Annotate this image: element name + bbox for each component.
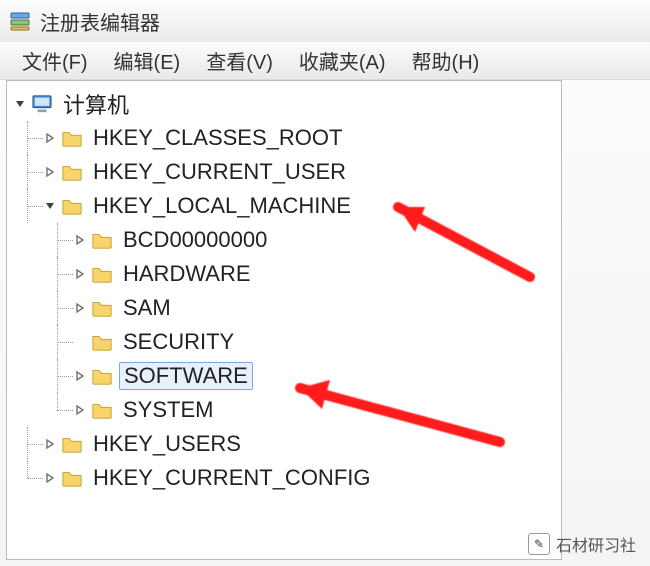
titlebar: 注册表编辑器 — [0, 0, 650, 42]
expand-icon[interactable] — [73, 403, 87, 417]
tree-node-hkcc[interactable]: HKEY_CURRENT_CONFIG — [7, 461, 561, 495]
menu-view[interactable]: 查看(V) — [202, 44, 277, 77]
watermark-icon: ✎ — [528, 533, 550, 555]
tree-node-hku[interactable]: HKEY_USERS — [7, 427, 561, 461]
menu-file[interactable]: 文件(F) — [18, 44, 92, 77]
expand-icon[interactable] — [73, 369, 87, 383]
folder-icon — [91, 298, 113, 318]
expand-icon[interactable] — [43, 131, 57, 145]
node-label: HKEY_USERS — [89, 431, 245, 457]
tree-node-hkcu[interactable]: HKEY_CURRENT_USER — [7, 155, 561, 189]
expand-icon[interactable] — [43, 165, 57, 179]
expand-icon[interactable] — [73, 301, 87, 315]
folder-icon — [61, 162, 83, 182]
tree-pane: 计算机 HKEY_CLASSES_ROOT — [6, 80, 562, 560]
tree-node-security[interactable]: SECURITY — [7, 325, 561, 359]
tree-node-hkcr[interactable]: HKEY_CLASSES_ROOT — [7, 121, 561, 155]
folder-icon — [61, 196, 83, 216]
tree-node-bcd[interactable]: BCD00000000 — [7, 223, 561, 257]
menu-edit[interactable]: 编辑(E) — [110, 44, 185, 77]
menu-help[interactable]: 帮助(H) — [408, 44, 484, 77]
node-label: SYSTEM — [119, 397, 217, 423]
computer-icon — [31, 94, 53, 114]
folder-icon — [61, 434, 83, 454]
tree-node-hardware[interactable]: HARDWARE — [7, 257, 561, 291]
node-label: HKEY_CURRENT_CONFIG — [89, 465, 374, 491]
tree-node-software[interactable]: SOFTWARE — [7, 359, 561, 393]
tree-node-hklm[interactable]: HKEY_LOCAL_MACHINE — [7, 189, 561, 223]
folder-icon — [91, 264, 113, 284]
expand-icon[interactable] — [73, 267, 87, 281]
tree-node-sam[interactable]: SAM — [7, 291, 561, 325]
expand-icon[interactable] — [73, 233, 87, 247]
folder-icon — [61, 468, 83, 488]
node-label: HARDWARE — [119, 261, 255, 287]
registry-editor-icon — [8, 9, 32, 33]
folder-icon — [91, 230, 113, 250]
watermark: ✎ 石材研习社 — [528, 532, 636, 556]
expand-icon[interactable] — [43, 437, 57, 451]
watermark-text: 石材研习社 — [556, 532, 636, 556]
node-label: SOFTWARE — [119, 362, 253, 390]
expand-icon[interactable] — [43, 471, 57, 485]
node-label: 计算机 — [59, 88, 133, 120]
menubar: 文件(F) 编辑(E) 查看(V) 收藏夹(A) 帮助(H) — [0, 42, 650, 80]
collapse-icon[interactable] — [13, 97, 27, 111]
node-label: SECURITY — [119, 329, 238, 355]
collapse-icon[interactable] — [43, 199, 57, 213]
node-label: HKEY_CLASSES_ROOT — [89, 125, 346, 151]
folder-icon — [91, 400, 113, 420]
node-label: BCD00000000 — [119, 227, 271, 253]
node-label: SAM — [119, 295, 175, 321]
tree-node-computer[interactable]: 计算机 — [7, 87, 561, 121]
node-label: HKEY_CURRENT_USER — [89, 159, 350, 185]
registry-tree[interactable]: 计算机 HKEY_CLASSES_ROOT — [7, 87, 561, 495]
node-label: HKEY_LOCAL_MACHINE — [89, 193, 355, 219]
folder-icon — [91, 366, 113, 386]
menu-favorites[interactable]: 收藏夹(A) — [295, 44, 390, 77]
registry-editor-window: 注册表编辑器 文件(F) 编辑(E) 查看(V) 收藏夹(A) 帮助(H) — [0, 0, 650, 566]
folder-icon — [61, 128, 83, 148]
window-title: 注册表编辑器 — [40, 7, 160, 36]
folder-icon — [91, 332, 113, 352]
tree-node-system[interactable]: SYSTEM — [7, 393, 561, 427]
